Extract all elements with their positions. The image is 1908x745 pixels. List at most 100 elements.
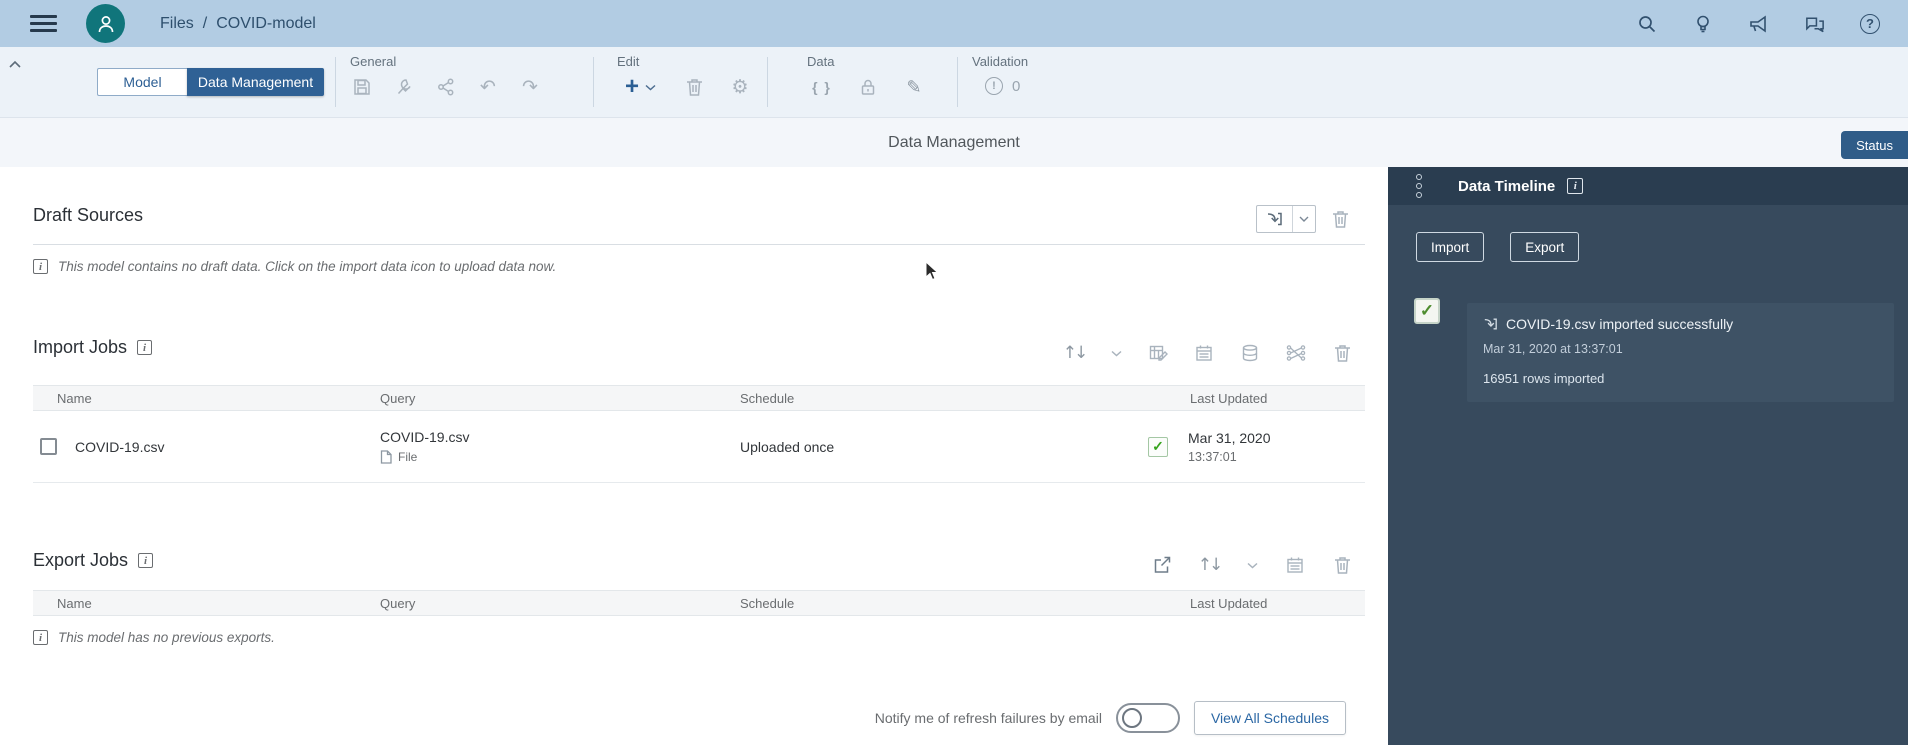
data-source-icon[interactable] [1240, 343, 1260, 363]
info-icon[interactable]: i [137, 340, 153, 355]
delete-icon[interactable] [684, 77, 704, 97]
info-icon: i [33, 259, 48, 274]
search-icon[interactable] [1636, 13, 1658, 35]
import-jobs-heading: Import Jobs i [33, 337, 153, 358]
sort-icon[interactable]: ↑↓ [1063, 343, 1089, 363]
timeline-entry-timestamp: Mar 31, 2020 at 13:37:01 [1483, 342, 1623, 356]
toolbar-separator [335, 57, 336, 107]
edit-pencil-icon[interactable]: ✎ [904, 77, 924, 98]
column-header-last-updated[interactable]: Last Updated [1148, 391, 1365, 406]
import-event-icon [1484, 318, 1497, 330]
timeline-entry-title: COVID-19.csv imported successfully [1506, 316, 1734, 332]
column-header-name[interactable]: Name [33, 391, 380, 406]
column-header-last-updated[interactable]: Last Updated [1148, 596, 1365, 611]
lightbulb-icon[interactable] [1692, 13, 1714, 35]
toolbar: Model Data Management General ↶ ↷ Edit + [0, 47, 1908, 118]
model-view-switch: Model Data Management [97, 68, 324, 96]
sort-chevron-down-icon[interactable] [1246, 555, 1258, 575]
sort-icon[interactable]: ↑↓ [1198, 555, 1224, 575]
undo-icon[interactable]: ↶ [478, 76, 498, 98]
toolbar-separator [767, 57, 768, 107]
user-avatar[interactable] [86, 4, 125, 43]
delete-icon[interactable] [1332, 343, 1352, 363]
group-label-data: Data [807, 54, 835, 69]
import-jobs-table-header: Name Query Schedule Last Updated [33, 385, 1365, 411]
group-data-icons: { } ✎ [812, 77, 924, 98]
status-button[interactable]: Status [1841, 131, 1908, 159]
export-data-icon[interactable] [1152, 555, 1172, 575]
mapping-icon[interactable] [1286, 343, 1306, 363]
share-icon[interactable] [436, 77, 456, 97]
toolbar-separator [593, 57, 594, 107]
breadcrumb: Files / COVID-model [160, 0, 316, 47]
import-jobs-table: Name Query Schedule Last Updated COVID-1… [33, 385, 1365, 483]
export-jobs-table-header: Name Query Schedule Last Updated [33, 590, 1365, 616]
top-header: Files / COVID-model ? [0, 0, 1908, 47]
job-schedule: Uploaded once [740, 438, 835, 455]
lock-icon[interactable] [858, 77, 878, 97]
add-icon[interactable]: + [622, 75, 642, 99]
import-data-split-button[interactable] [1256, 205, 1316, 233]
file-icon [380, 450, 392, 464]
hamburger-menu-icon[interactable] [30, 15, 57, 32]
add-chevron-down-icon[interactable] [642, 77, 658, 97]
job-updated-time: 13:37:01 [1188, 449, 1237, 464]
draft-sources-info: i This model contains no draft data. Cli… [33, 259, 556, 274]
schedule-calendar-icon[interactable] [1194, 343, 1214, 363]
export-jobs-toolbar: ↑↓ [1152, 555, 1352, 575]
draft-sources-divider [33, 244, 1365, 245]
group-general-icons: ↶ ↷ [352, 76, 540, 98]
timeline-export-filter-button[interactable]: Export [1510, 232, 1580, 262]
validation-warning-icon[interactable]: ! [985, 77, 1003, 95]
success-check-icon: ✓ [1148, 436, 1168, 457]
info-icon[interactable]: i [1567, 178, 1584, 194]
formulas-braces-icon[interactable]: { } [812, 77, 832, 97]
info-icon[interactable]: i [138, 553, 154, 568]
column-header-query[interactable]: Query [380, 596, 740, 611]
schedule-calendar-icon[interactable] [1285, 555, 1305, 575]
group-label-edit: Edit [617, 54, 640, 69]
announcement-icon[interactable] [1748, 13, 1770, 35]
help-icon[interactable]: ? [1860, 13, 1880, 34]
panel-grip-icon[interactable] [1416, 174, 1422, 198]
collapse-toolbar-icon[interactable] [8, 59, 22, 69]
export-jobs-heading: Export Jobs i [33, 550, 154, 571]
draft-delete-icon[interactable] [1330, 209, 1350, 229]
data-timeline-title: Data Timeline [1458, 177, 1556, 195]
column-header-schedule[interactable]: Schedule [740, 391, 1148, 406]
redo-icon[interactable]: ↷ [520, 76, 540, 98]
import-options-chevron-down-icon[interactable] [1293, 206, 1315, 232]
import-data-icon[interactable] [1257, 206, 1293, 232]
person-icon [98, 15, 113, 32]
group-label-general: General [350, 54, 397, 69]
tab-model[interactable]: Model [97, 68, 187, 96]
save-icon[interactable] [352, 77, 372, 97]
data-timeline-header: Data Timeline i [1388, 167, 1908, 205]
timeline-entry-card[interactable]: COVID-19.csv imported successfully Mar 3… [1467, 303, 1894, 402]
timeline-entry[interactable]: ✓ COVID-19.csv imported successfully Mar… [1414, 298, 1908, 402]
header-icon-bar: ? [1636, 0, 1880, 47]
settings-gear-icon[interactable]: ⚙ [730, 76, 750, 98]
discussions-icon[interactable] [1804, 13, 1826, 35]
column-header-name[interactable]: Name [33, 596, 380, 611]
column-header-schedule[interactable]: Schedule [740, 596, 1148, 611]
notify-email-toggle[interactable] [1115, 703, 1180, 733]
column-header-query[interactable]: Query [380, 391, 740, 406]
breadcrumb-files[interactable]: Files [160, 15, 194, 33]
row-checkbox[interactable] [40, 438, 57, 455]
sort-chevron-down-icon[interactable] [1110, 343, 1122, 363]
tab-data-management[interactable]: Data Management [187, 68, 324, 96]
table-row[interactable]: COVID-19.csv COVID-19.csv File Uploaded … [33, 411, 1365, 483]
breadcrumb-separator: / [202, 14, 208, 32]
timeline-import-filter-button[interactable]: Import [1416, 232, 1485, 262]
job-name: COVID-19.csv [75, 438, 165, 455]
validation-count: 0 [1012, 77, 1021, 95]
title-bar: Data Management Status [0, 118, 1908, 167]
view-all-schedules-button[interactable]: View All Schedules [1193, 701, 1346, 735]
delete-icon[interactable] [1332, 555, 1352, 575]
group-edit-icons: + ⚙ [622, 75, 750, 99]
breadcrumb-current: COVID-model [216, 14, 316, 32]
toggle-knob [1121, 708, 1142, 728]
wrench-icon[interactable] [394, 77, 414, 97]
edit-query-icon[interactable] [1148, 343, 1168, 363]
